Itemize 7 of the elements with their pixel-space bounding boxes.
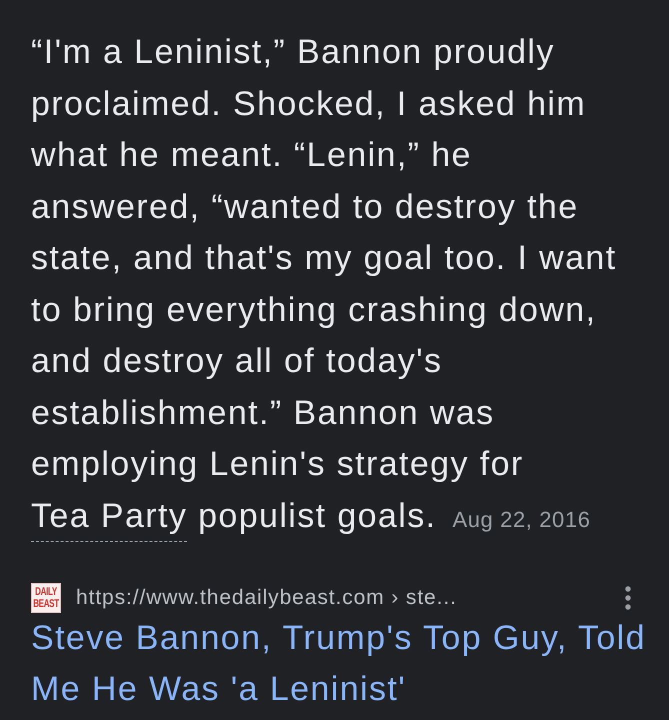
result-title-link[interactable]: Steve Bannon, Trump's Top Guy, Told Me He Was 'a Leninist' <box>31 613 653 715</box>
url-text: https://www.thedailybeast.com › ste... <box>76 585 457 612</box>
date-text: Aug 22, 2016 <box>452 506 591 532</box>
vertical-dots-icon <box>625 586 631 610</box>
glossary-link[interactable]: Tea Party <box>31 496 188 534</box>
site-logo: DAILY BEAST <box>31 583 61 613</box>
snippet-text: “I'm a Leninist,” Bannon proudly proclaimed. Shocked, I asked him what he meant. “Lenin,” he answered, “wanted to destroy the state, and that's my goal too. I want to bring everything crashing down, and destroy all of today's establishment.” Bannon was employing Lenin's strategy for Tea Party populist goals. Aug 22, 2016 <box>31 32 618 536</box>
